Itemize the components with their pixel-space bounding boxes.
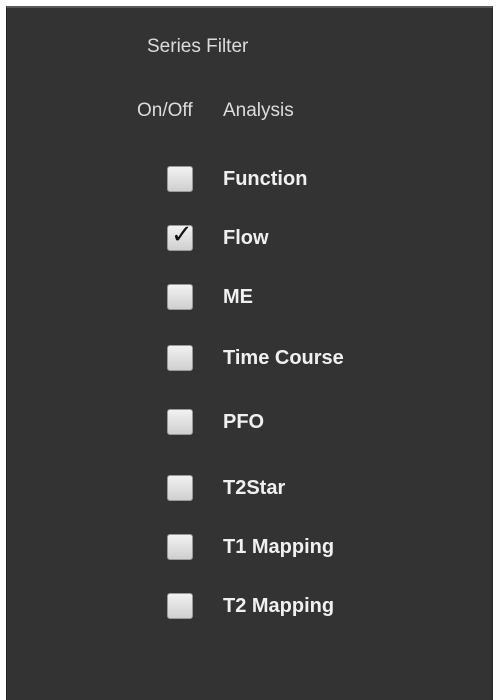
pfo-checkbox[interactable]: ✓ [167,409,193,435]
series-filter-panel: Series Filter On/Off Analysis ✓ Function… [6,6,493,700]
panel-title: Series Filter [147,36,249,57]
time-course-label[interactable]: Time Course [223,347,344,370]
analysis-row-function: ✓ Function [167,162,307,196]
analysis-column-header: Analysis [223,100,294,121]
analysis-row-me: ✓ ME [167,280,253,314]
me-label[interactable]: ME [223,286,253,309]
analysis-row-t2-mapping: ✓ T2 Mapping [167,589,334,623]
flow-checkbox[interactable]: ✓ [167,220,193,251]
t2star-checkbox[interactable]: ✓ [167,475,193,501]
t2-mapping-label[interactable]: T2 Mapping [223,595,334,618]
analysis-row-flow: ✓ Flow [167,220,269,255]
t2-mapping-checkbox[interactable]: ✓ [167,593,193,619]
analysis-row-t1-mapping: ✓ T1 Mapping [167,530,334,564]
t1-mapping-label[interactable]: T1 Mapping [223,536,334,559]
analysis-row-t2star: ✓ T2Star [167,471,285,505]
on-off-column-header: On/Off [137,100,193,121]
check-icon: ✓ [171,220,193,250]
function-label[interactable]: Function [223,168,307,191]
t1-mapping-checkbox[interactable]: ✓ [167,534,193,560]
time-course-checkbox[interactable]: ✓ [167,345,193,371]
t2star-label[interactable]: T2Star [223,477,285,500]
pfo-label[interactable]: PFO [223,411,264,434]
analysis-row-time-course: ✓ Time Course [167,341,344,375]
flow-label[interactable]: Flow [223,227,269,250]
me-checkbox[interactable]: ✓ [167,284,193,310]
analysis-row-pfo: ✓ PFO [167,405,264,439]
function-checkbox[interactable]: ✓ [167,166,193,192]
